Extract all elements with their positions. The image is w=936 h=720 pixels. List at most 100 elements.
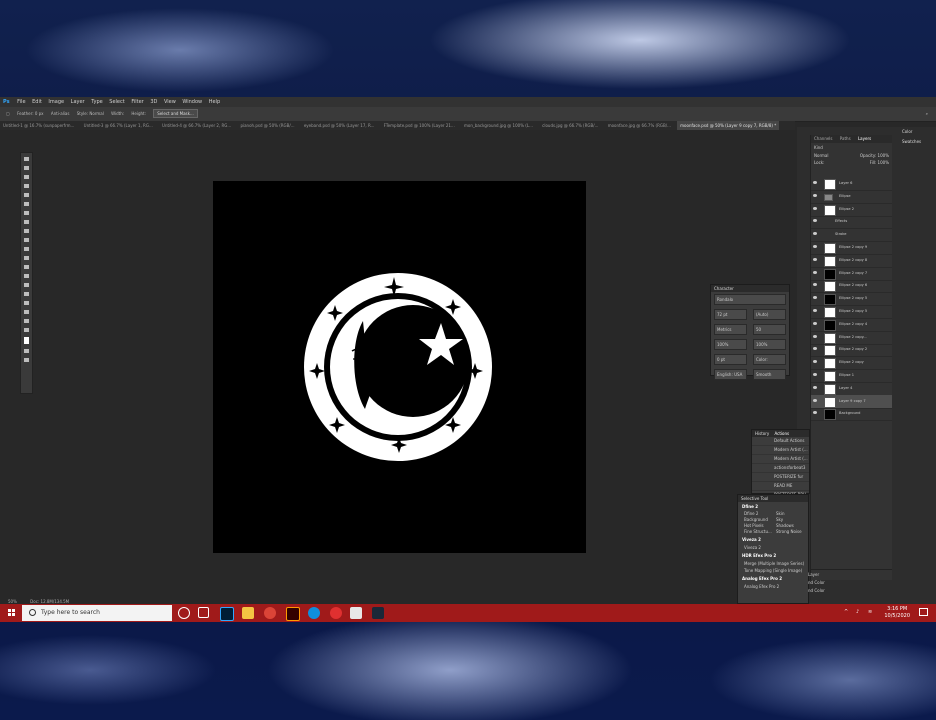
doc-tab[interactable]: Untitled-3 @ 66.7% (Layer 1, RG... — [81, 121, 156, 130]
marquee-tool-icon[interactable]: ▢ — [6, 107, 10, 121]
visibility-eye-icon[interactable] — [813, 296, 817, 300]
visibility-eye-icon[interactable] — [813, 398, 817, 402]
illustrator-icon[interactable] — [286, 607, 300, 621]
menu-help[interactable]: Help — [209, 97, 220, 107]
search-icon[interactable]: ⌕ — [926, 107, 928, 121]
fill-field[interactable]: Fill: 100% — [870, 160, 889, 165]
photoshop-taskbar-icon[interactable] — [220, 607, 234, 621]
analog-option[interactable]: Analog Efex Pro 2 — [738, 583, 808, 590]
viveza-section[interactable]: Viveza 2 — [738, 535, 808, 544]
tab-history[interactable]: History — [755, 431, 769, 436]
visibility-eye-icon[interactable] — [813, 360, 817, 364]
action-set[interactable]: actionsforbeat3 — [752, 464, 809, 473]
viveza-option[interactable]: Viveza 2 — [738, 544, 808, 551]
screen-mode-icon[interactable] — [24, 358, 29, 362]
menu-select[interactable]: Select — [109, 97, 124, 107]
tray-chevron-icon[interactable]: ^ — [844, 609, 848, 615]
antialias-checkbox[interactable]: Anti-alias — [51, 107, 70, 121]
action-item[interactable]: READ ME — [752, 482, 809, 491]
menu-window[interactable]: Window — [182, 97, 202, 107]
analog-section[interactable]: Analog Efex Pro 2 — [738, 574, 808, 583]
swatches-panel-button[interactable]: Swatches — [892, 137, 936, 147]
doc-tab[interactable]: Untitled-4 @ 66.7% (Layer 2, RG... — [159, 121, 234, 130]
visibility-eye-icon[interactable] — [813, 245, 817, 248]
tab-channels[interactable]: Channels — [814, 136, 833, 141]
quick-mask-icon[interactable] — [24, 349, 29, 353]
doc-tab[interactable]: eyeband.psd @ 50% (Layer 17, R... — [301, 121, 378, 130]
height-field[interactable]: Height: — [131, 107, 146, 121]
quick-select-tool-icon[interactable] — [24, 184, 29, 188]
acrobat-icon[interactable] — [350, 607, 362, 619]
lasso-tool-icon[interactable] — [24, 175, 29, 179]
leading-field[interactable]: (Auto) — [753, 309, 786, 320]
dfine-option[interactable]: Strong Noise — [776, 529, 808, 535]
history-brush-tool-icon[interactable] — [24, 238, 29, 242]
visibility-eye-icon[interactable] — [813, 193, 817, 197]
language-select[interactable]: English: USA — [714, 369, 747, 380]
doc-tab[interactable]: FTemplate.psd @ 100% (Layer 21... — [381, 121, 458, 130]
menu-file[interactable]: File — [17, 97, 25, 107]
taskbar-search-box[interactable]: Type here to search — [22, 605, 172, 621]
menu-filter[interactable]: Filter — [131, 97, 143, 107]
doc-tab-active[interactable]: moonface.psd @ 50% (Layer 9 copy 7, RGB/… — [677, 121, 780, 130]
document-canvas[interactable] — [213, 181, 586, 553]
action-set[interactable]: Default Actions — [752, 437, 809, 446]
tab-paths[interactable]: Paths — [840, 136, 851, 141]
visibility-eye-icon[interactable] — [813, 321, 817, 325]
visibility-eye-icon[interactable] — [813, 181, 817, 184]
path-select-tool-icon[interactable] — [24, 301, 29, 305]
visibility-eye-icon[interactable] — [813, 270, 817, 274]
volume-icon[interactable]: ♪ — [856, 609, 859, 615]
width-field[interactable]: Width: — [111, 107, 124, 121]
marquee-tool-icon[interactable] — [24, 166, 29, 170]
doc-tab[interactable]: pianoh.psd @ 50% (RGB/... — [237, 121, 297, 130]
kerning-field[interactable]: Metrics — [714, 324, 747, 335]
healing-tool-icon[interactable] — [24, 211, 29, 215]
shape-tool-icon[interactable] — [24, 310, 29, 314]
menu-layer[interactable]: Layer — [71, 97, 85, 107]
visibility-eye-icon[interactable] — [813, 309, 817, 312]
visibility-eye-icon[interactable] — [813, 232, 817, 236]
opacity-field[interactable]: Opacity: 100% — [860, 153, 889, 158]
crop-tool-icon[interactable] — [24, 193, 29, 197]
visibility-eye-icon[interactable] — [813, 334, 817, 338]
doc-tab[interactable]: mon_background.jpg @ 100% (L... — [461, 121, 536, 130]
visibility-eye-icon[interactable] — [813, 347, 817, 351]
cortana-icon[interactable] — [178, 607, 190, 619]
menu-edit[interactable]: Edit — [32, 97, 42, 107]
baseline-shift-field[interactable]: 0 pt — [714, 354, 747, 365]
menu-3d[interactable]: 3D — [150, 97, 157, 107]
doc-tab[interactable]: clouds.jpg @ 66.7% (RGB/... — [539, 121, 601, 130]
layer-row[interactable]: Background — [811, 407, 892, 422]
tab-layers[interactable]: Layers — [858, 136, 871, 141]
menu-image[interactable]: Image — [48, 97, 64, 107]
steam-icon[interactable] — [372, 607, 384, 619]
hand-tool-icon[interactable] — [24, 319, 29, 323]
tab-actions[interactable]: Actions — [775, 431, 790, 436]
visibility-eye-icon[interactable] — [813, 219, 817, 223]
dfine-section[interactable]: Dfine 2 — [738, 502, 808, 511]
layer-filter-kind[interactable]: Kind — [814, 145, 823, 150]
visibility-eye-icon[interactable] — [813, 411, 817, 415]
edge-icon[interactable] — [308, 607, 320, 619]
pen-tool-icon[interactable] — [24, 283, 29, 287]
visibility-eye-icon[interactable] — [813, 385, 817, 389]
color-swatch-icon[interactable] — [24, 337, 29, 344]
visibility-eye-icon[interactable] — [813, 206, 817, 210]
dodge-tool-icon[interactable] — [24, 274, 29, 278]
hdr-tone-option[interactable]: Tone Mapping (Single Image) — [738, 567, 808, 574]
select-and-mask-button[interactable]: Select and Mask... — [153, 109, 198, 118]
eyedropper-tool-icon[interactable] — [24, 202, 29, 206]
feather-field[interactable]: Feather: 0 px — [17, 107, 43, 121]
tracking-field[interactable]: 50 — [753, 324, 786, 335]
doc-tab[interactable]: moonface.jpg @ 66.7% (RGB/... — [605, 121, 674, 130]
task-view-icon[interactable] — [198, 607, 209, 618]
move-tool-icon[interactable] — [24, 157, 29, 161]
app-icon[interactable] — [330, 607, 342, 619]
text-color-swatch[interactable]: Color: — [753, 354, 786, 365]
doc-tab[interactable]: Untitled-1 @ 16.7% (sunpaperfrm... — [0, 121, 77, 130]
menu-view[interactable]: View — [164, 97, 176, 107]
style-select[interactable]: Style: Normal — [77, 107, 104, 121]
visibility-eye-icon[interactable] — [813, 373, 817, 376]
blend-mode-select[interactable]: Normal — [814, 153, 828, 158]
